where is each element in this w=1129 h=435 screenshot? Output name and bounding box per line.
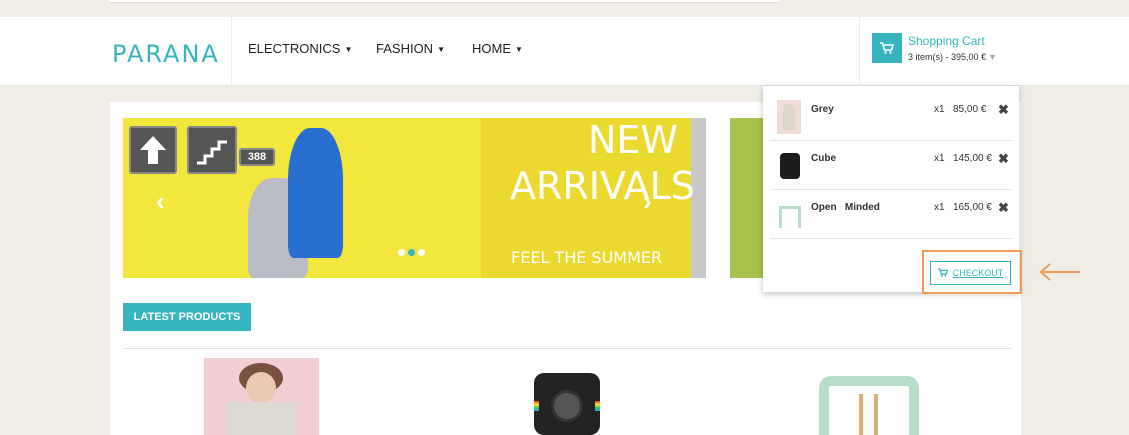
arrow-up-sign bbox=[129, 126, 177, 174]
prev-slide-icon[interactable]: ‹ bbox=[156, 186, 165, 217]
slider-dot[interactable] bbox=[408, 249, 415, 256]
close-icon[interactable]: ✖ bbox=[998, 200, 1009, 216]
cart-item-price: 145,00 € bbox=[953, 153, 992, 164]
slider-dots bbox=[398, 249, 425, 256]
cart-icon[interactable] bbox=[872, 33, 902, 63]
cart-item-name[interactable]: Open Minded bbox=[811, 202, 880, 213]
cart-item-price: 165,00 € bbox=[953, 202, 992, 213]
cart-summary-text: 3 item(s) - 395,00 € bbox=[908, 52, 987, 62]
cart-item-name[interactable]: Grey bbox=[811, 104, 834, 115]
hero-banner[interactable]: 388 ‹ › NEW ARRIVALS FEEL THE SUMMER bbox=[123, 118, 706, 278]
checkout-button[interactable]: CHECKOUT bbox=[930, 261, 1011, 285]
section-divider bbox=[123, 348, 1011, 349]
cart-summary[interactable]: 3 item(s) - 395,00 € ▼ bbox=[908, 52, 997, 62]
slider-dot[interactable] bbox=[398, 249, 405, 256]
caret-down-icon: ▼ bbox=[515, 45, 523, 55]
wood-stick bbox=[859, 394, 863, 435]
product-thumbnail[interactable] bbox=[777, 100, 801, 134]
cart-item-name[interactable]: Cube bbox=[811, 153, 836, 164]
banner-headline-2: ARRIVALS bbox=[510, 164, 695, 208]
cart-title[interactable]: Shopping Cart bbox=[908, 34, 985, 48]
caret-down-icon: ▼ bbox=[437, 45, 445, 55]
banner-headline-1: NEW bbox=[588, 118, 679, 162]
camera-stripe bbox=[595, 401, 600, 411]
slider-dot[interactable] bbox=[418, 249, 425, 256]
thumb-figure bbox=[780, 153, 800, 179]
thumb-figure bbox=[783, 104, 795, 130]
site-header: PARANA ELECTRONICS ▼ FASHION ▼ HOME ▼ Shopp… bbox=[0, 17, 1129, 86]
product-thumbnail[interactable] bbox=[777, 198, 801, 232]
product-image[interactable] bbox=[534, 373, 600, 435]
divider bbox=[859, 17, 860, 86]
site-logo[interactable]: PARANA bbox=[112, 40, 220, 68]
wood-stick bbox=[874, 394, 878, 435]
cart-item: Cube x1 145,00 € ✖ bbox=[770, 141, 1013, 190]
number-sign: 388 bbox=[239, 148, 275, 166]
caret-down-icon: ▼ bbox=[988, 52, 997, 62]
close-icon[interactable]: ✖ bbox=[998, 151, 1009, 167]
camera-stripe bbox=[534, 401, 539, 411]
product-image[interactable] bbox=[204, 358, 319, 435]
nav-label: ELECTRONICS bbox=[248, 41, 341, 56]
banner-tagline: FEEL THE SUMMER bbox=[511, 248, 663, 267]
cart-item-qty: x1 bbox=[934, 153, 945, 164]
cart-item-qty: x1 bbox=[934, 104, 945, 115]
cart-icon bbox=[937, 267, 948, 279]
banner-person bbox=[288, 128, 343, 258]
checkout-label: CHECKOUT bbox=[952, 268, 1004, 278]
cart-item: Open Minded x1 165,00 € ✖ bbox=[770, 190, 1013, 239]
nav-fashion[interactable]: FASHION ▼ bbox=[376, 41, 445, 56]
top-strip bbox=[110, 0, 780, 3]
arrow-left-icon bbox=[1038, 262, 1082, 287]
model-jacket bbox=[226, 402, 296, 435]
product-image[interactable] bbox=[819, 376, 919, 435]
camera-lens bbox=[551, 390, 583, 422]
model-face bbox=[246, 372, 276, 404]
product-thumbnail[interactable] bbox=[777, 149, 801, 183]
close-icon[interactable]: ✖ bbox=[998, 102, 1009, 118]
cart-item: Grey x1 85,00 € ✖ bbox=[770, 92, 1013, 141]
stairs-sign bbox=[187, 126, 237, 174]
cart-item-qty: x1 bbox=[934, 202, 945, 213]
divider bbox=[231, 17, 232, 86]
nav-label: HOME bbox=[472, 41, 511, 56]
thumb-figure bbox=[779, 206, 801, 228]
caret-down-icon: ▼ bbox=[344, 45, 353, 55]
cart-item-price: 85,00 € bbox=[953, 104, 987, 115]
nav-home[interactable]: HOME ▼ bbox=[472, 41, 523, 56]
latest-products-label: LATEST PRODUCTS bbox=[123, 303, 251, 331]
nav-electronics[interactable]: ELECTRONICS ▼ bbox=[248, 41, 352, 56]
nav-label: FASHION bbox=[376, 41, 434, 56]
